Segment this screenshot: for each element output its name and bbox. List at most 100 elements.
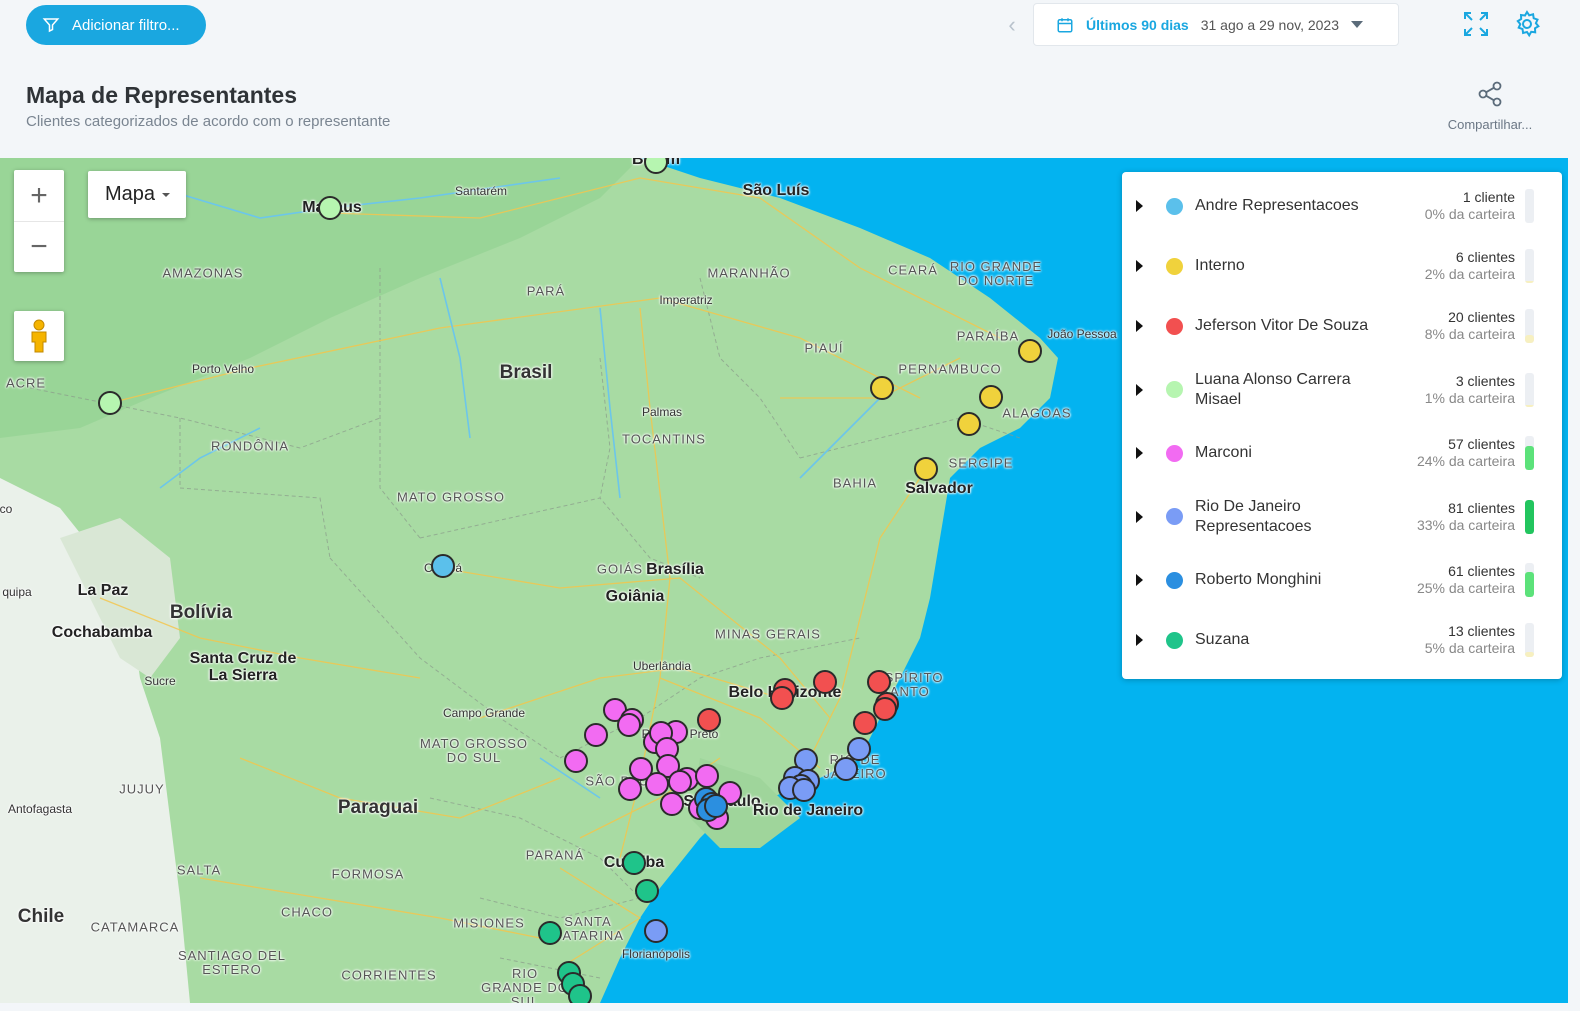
label-jujuy: JUJUY [119, 781, 165, 797]
legend-row[interactable]: Interno 6 clientes 2% da carteira [1122, 236, 1562, 296]
representatives-legend: Andre Representacoes 1 cliente 0% da carte… [1122, 172, 1562, 679]
client-marker[interactable] [568, 984, 592, 1003]
zoom-in-button[interactable]: + [14, 170, 64, 221]
label-porto-velho: Porto Velho [191, 362, 255, 376]
client-marker[interactable] [979, 385, 1003, 409]
legend-row[interactable]: Andre Representacoes 1 cliente 0% da carte… [1122, 176, 1562, 236]
label-acre: ACRE [5, 375, 47, 391]
representative-name: Jeferson Vitor De Souza [1195, 317, 1369, 334]
fullscreen-button[interactable] [1462, 10, 1490, 38]
client-marker[interactable] [853, 711, 877, 735]
expand-arrow-icon[interactable] [1136, 447, 1143, 459]
share-button[interactable]: Compartilhar... [1440, 80, 1540, 134]
portfolio-share-bar [1525, 623, 1534, 657]
expand-arrow-icon[interactable] [1136, 320, 1143, 332]
client-marker[interactable] [538, 921, 562, 945]
client-marker[interactable] [870, 376, 894, 400]
portfolio-share-bar-fill [1525, 651, 1534, 657]
client-marker[interactable] [1018, 339, 1042, 363]
client-marker[interactable] [584, 723, 608, 747]
label-catamarca: CATAMARCA [90, 919, 180, 935]
client-marker[interactable] [617, 713, 641, 737]
client-marker[interactable] [660, 792, 684, 816]
representative-name: Rio De Janeiro Representacoes [1195, 497, 1312, 535]
client-marker[interactable] [867, 670, 891, 694]
label-sucre: Sucre [144, 674, 176, 688]
map-canvas[interactable]: Belém Manaus Santarém São Luís AMAZONAS … [0, 158, 1568, 1003]
legend-stats: 81 clientes 33% da carteira [1417, 500, 1515, 534]
street-view-button[interactable] [14, 311, 64, 361]
label-tocantins: TOCANTINS [622, 431, 706, 447]
client-marker[interactable] [318, 196, 342, 220]
filter-icon [42, 18, 60, 33]
client-marker[interactable] [618, 777, 642, 801]
portfolio-share: 8% da carteira [1424, 326, 1515, 342]
top-toolbar: Adicionar filtro... ‹ Últimos 90 dias 31… [0, 0, 1580, 50]
expand-arrow-icon[interactable] [1136, 574, 1143, 586]
label-bolivia: Bolívia [169, 602, 233, 623]
previous-period-button[interactable]: ‹ [1000, 12, 1024, 38]
client-marker[interactable] [770, 686, 794, 710]
client-count: 20 clientes [1448, 309, 1515, 325]
zoom-out-button[interactable]: − [14, 221, 64, 272]
label-mato-grosso-do-sul: MATO GROSSO DO SUL [419, 736, 529, 765]
representative-name: Andre Representacoes [1195, 197, 1359, 214]
portfolio-share-bar-fill [1525, 405, 1534, 407]
client-marker[interactable] [98, 391, 122, 415]
label-maranhao: MARANHÃO [707, 265, 791, 281]
legend-row[interactable]: Rio De Janeiro Representacoes 81 clientes… [1122, 483, 1562, 550]
legend-row[interactable]: Marconi 57 clientes 24% da carteira [1122, 423, 1562, 483]
zoom-control: + − [14, 170, 64, 272]
label-alagoas: ALAGOAS [1002, 405, 1072, 421]
legend-color-dot [1166, 317, 1183, 335]
add-filter-button[interactable]: Adicionar filtro... [26, 5, 206, 45]
expand-arrow-icon[interactable] [1136, 634, 1143, 646]
label-imperatriz: Imperatriz [659, 293, 713, 307]
portfolio-share-bar [1525, 189, 1534, 223]
label-quipa: quipa [2, 585, 32, 599]
label-para: PARÁ [526, 283, 566, 299]
client-marker[interactable] [792, 778, 816, 802]
legend-row[interactable]: Suzana 13 clientes 5% da carteira [1122, 610, 1562, 670]
client-marker[interactable] [873, 697, 897, 721]
label-paraguai: Paraguai [337, 797, 419, 818]
client-count: 3 clientes [1455, 372, 1515, 389]
portfolio-share-bar [1525, 309, 1534, 343]
expand-arrow-icon[interactable] [1136, 200, 1143, 212]
client-marker[interactable] [645, 772, 669, 796]
client-marker[interactable] [697, 708, 721, 732]
portfolio-share: 5% da carteira [1424, 640, 1515, 656]
label-joao-pessoa: João Pessoa [1047, 327, 1117, 341]
map-type-label: Mapa [105, 183, 156, 205]
client-count: 6 clientes [1455, 249, 1515, 265]
page-title: Mapa de Representantes [26, 82, 297, 108]
gear-icon [1516, 10, 1540, 38]
client-marker[interactable] [704, 794, 728, 818]
client-marker[interactable] [622, 851, 646, 875]
legend-row[interactable]: Roberto Monghini 61 clientes 25% da cartei… [1122, 550, 1562, 610]
client-marker[interactable] [668, 770, 692, 794]
client-marker[interactable] [813, 670, 837, 694]
client-marker[interactable] [635, 879, 659, 903]
legend-row[interactable]: Luana Alonso Carrera Misael 3 clientes 1% … [1122, 356, 1562, 423]
representative-name: Luana Alonso Carrera Misael [1195, 370, 1351, 408]
expand-arrow-icon[interactable] [1136, 510, 1143, 523]
expand-arrow-icon[interactable] [1136, 260, 1143, 272]
client-marker[interactable] [914, 457, 938, 481]
client-marker[interactable] [644, 919, 668, 943]
client-marker[interactable] [695, 764, 719, 788]
client-count: 13 clientes [1448, 623, 1515, 639]
client-marker[interactable] [564, 749, 588, 773]
settings-button[interactable] [1513, 10, 1541, 38]
client-marker[interactable] [957, 412, 981, 436]
legend-row[interactable]: Jeferson Vitor De Souza 20 clientes 8% da … [1122, 296, 1562, 356]
portfolio-share-bar-fill [1525, 445, 1534, 470]
date-range-picker[interactable]: Últimos 90 dias 31 ago a 29 nov, 2023 [1033, 3, 1399, 46]
share-label: Compartilhar... [1447, 117, 1533, 132]
map-type-dropdown[interactable]: Mapa [88, 171, 186, 218]
client-marker[interactable] [834, 757, 858, 781]
legend-color-dot [1166, 257, 1183, 275]
client-marker[interactable] [431, 554, 455, 578]
expand-arrow-icon[interactable] [1136, 383, 1143, 396]
portfolio-share-bar-fill [1525, 499, 1534, 534]
